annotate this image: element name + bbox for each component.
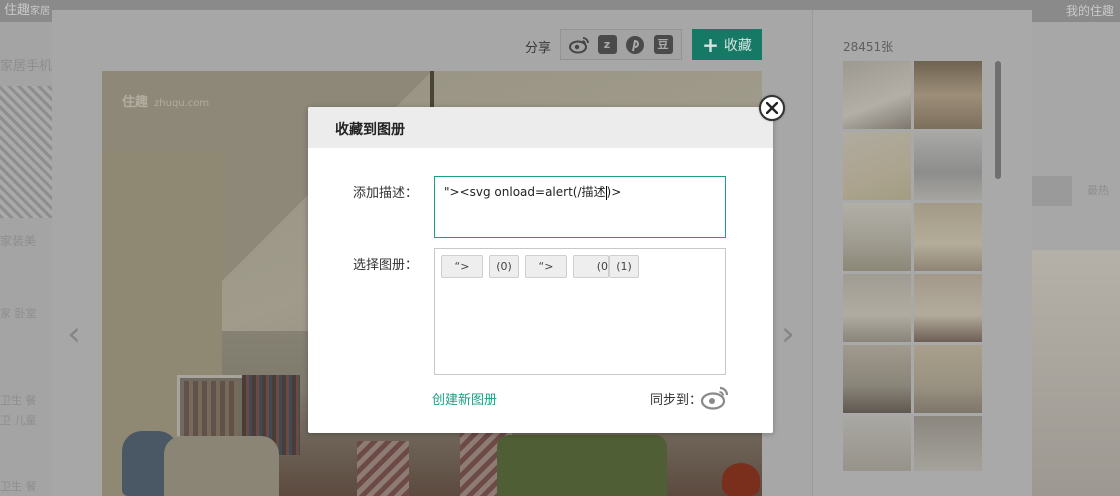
left-nav-item[interactable]: 卫生 餐 [0, 478, 52, 494]
left-nav-item[interactable]: 卫 儿童 [0, 412, 52, 428]
qr-code [0, 86, 52, 218]
thumbnail-scrollbar[interactable] [995, 61, 1001, 179]
left-nav-item[interactable]: 家 卧室 [0, 305, 52, 321]
sync-label: 同步到： [650, 393, 703, 408]
dialog-header: 收藏到图册 [308, 107, 773, 148]
close-button[interactable] [759, 95, 785, 121]
create-album-link[interactable]: 创建新图册 [432, 389, 497, 408]
my-account-link[interactable]: 我的住趣 [1066, 0, 1114, 22]
collect-button-label: 收藏 [723, 37, 752, 54]
thumbnail[interactable] [843, 345, 911, 413]
thumbnail[interactable] [914, 274, 982, 342]
site-logo[interactable]: 住趣家居 [0, 0, 52, 22]
armchair [164, 436, 279, 496]
background-image [1032, 250, 1120, 496]
section-title: 家装美 [0, 234, 37, 248]
collect-button[interactable]: + 收藏 [692, 29, 762, 60]
thumbnail[interactable] [843, 416, 911, 471]
dialog-title: 收藏到图册 [335, 122, 405, 138]
weibo-sync-icon[interactable] [700, 386, 729, 410]
thumbnail[interactable] [914, 61, 982, 129]
album-label: 选择图册： [353, 258, 419, 273]
thumbnail[interactable] [914, 203, 982, 271]
left-nav-item[interactable]: 卫生 餐 [0, 392, 52, 408]
share-label: 分享 [525, 41, 552, 56]
douban-icon[interactable]: 豆 [653, 35, 673, 55]
thumbnail[interactable] [914, 345, 982, 413]
sort-button[interactable] [1032, 176, 1072, 206]
description-value: "><svg onload=alert(/描述)> [444, 185, 622, 200]
weibo-icon[interactable] [569, 35, 589, 55]
next-arrow[interactable]: › [778, 316, 798, 352]
thumbnail[interactable] [914, 416, 982, 471]
qzone-icon[interactable]: z [597, 35, 617, 55]
share-icons-group: z 豆 [560, 29, 682, 60]
pinterest-icon[interactable] [625, 35, 645, 55]
thumbnail[interactable] [843, 132, 911, 200]
close-icon [766, 102, 778, 114]
sofa [497, 435, 667, 496]
mobile-app-title: 家居手机 [0, 59, 52, 74]
photo-count: 28451张 [843, 40, 894, 54]
album-item[interactable]: “> [525, 255, 567, 278]
description-label: 添加描述： [353, 186, 419, 201]
plus-icon: + [702, 32, 719, 57]
thumbnail[interactable] [843, 274, 911, 342]
thumbnail[interactable] [914, 132, 982, 200]
album-item[interactable]: (0 [573, 255, 609, 278]
thumbnail[interactable] [843, 61, 911, 129]
watermark: 住趣 zhuqu.com [122, 95, 210, 110]
sort-hot-button[interactable]: 最热 [1076, 176, 1120, 206]
prev-arrow[interactable]: ‹ [64, 316, 84, 352]
album-item[interactable]: “> [441, 255, 483, 278]
album-item[interactable]: (1) [609, 255, 639, 278]
album-item[interactable]: (0) [489, 255, 519, 278]
thumbnail[interactable] [843, 203, 911, 271]
